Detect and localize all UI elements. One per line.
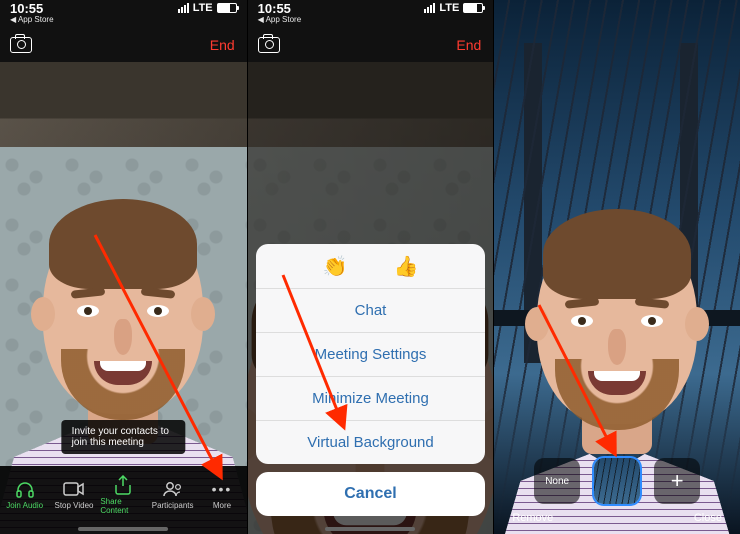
close-button[interactable]: Close <box>662 512 722 524</box>
switch-camera-icon[interactable] <box>258 37 280 53</box>
battery-icon <box>217 3 237 13</box>
video-icon <box>63 480 85 498</box>
annotation-arrow <box>90 230 240 495</box>
status-back-app[interactable]: ◀ App Store <box>258 16 302 24</box>
status-time: 10:55 <box>258 2 302 16</box>
status-bar: 10:55 ◀ App Store LTE <box>248 0 494 28</box>
headphones-icon <box>14 480 36 498</box>
carrier-label: LTE <box>193 2 213 14</box>
end-meeting-button[interactable]: End <box>454 33 483 57</box>
status-bar: 10:55 ◀ App Store LTE <box>0 0 247 28</box>
meeting-topnav: End <box>248 28 494 62</box>
meeting-topnav: End <box>0 28 247 62</box>
bg-option-add[interactable]: + <box>654 458 700 504</box>
home-indicator[interactable] <box>78 527 168 531</box>
screen-virtual-background: None + Remove Close <box>493 0 740 534</box>
home-indicator[interactable] <box>325 527 415 531</box>
signal-bars-icon <box>178 3 189 13</box>
remove-button[interactable]: Remove <box>512 512 572 524</box>
end-meeting-button[interactable]: End <box>208 33 237 57</box>
screen-meeting-main: 10:55 ◀ App Store LTE End Invite your co… <box>0 0 247 534</box>
annotation-arrow <box>278 270 398 445</box>
menu-cancel[interactable]: Cancel <box>256 472 486 516</box>
picker-footer: Remove Close <box>494 512 740 524</box>
status-back-app[interactable]: ◀ App Store <box>10 16 54 24</box>
carrier-label: LTE <box>439 2 459 14</box>
join-audio-button[interactable]: Join Audio <box>2 480 48 510</box>
signal-bars-icon <box>424 3 435 13</box>
battery-icon <box>463 3 483 13</box>
screen-more-menu: 10:55 ◀ App Store LTE End <box>247 0 494 534</box>
tutorial-triptych: 10:55 ◀ App Store LTE End Invite your co… <box>0 0 740 534</box>
annotation-arrow <box>534 300 654 475</box>
status-time: 10:55 <box>10 2 54 16</box>
switch-camera-icon[interactable] <box>10 37 32 53</box>
